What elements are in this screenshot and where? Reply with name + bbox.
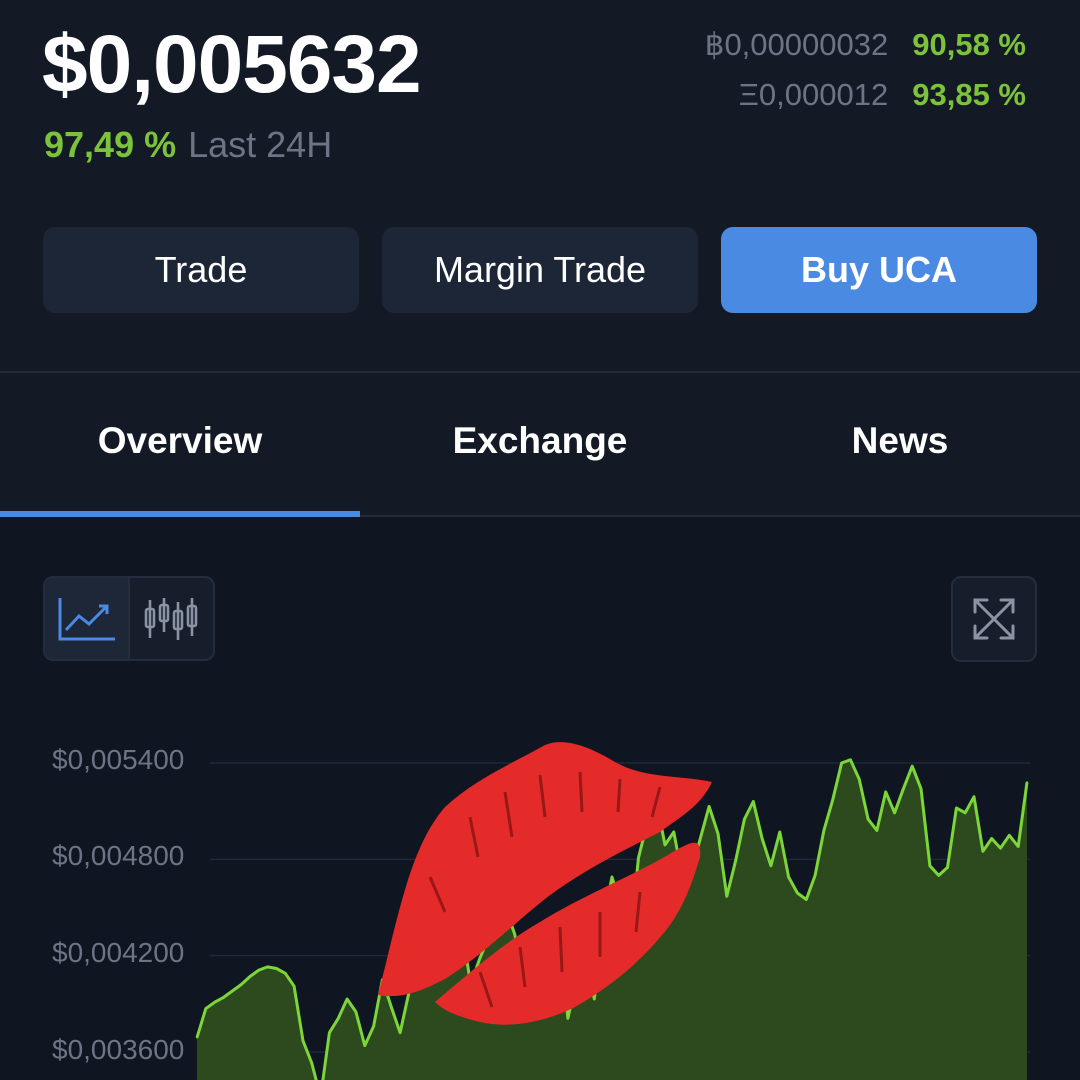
price-point [761, 837, 764, 840]
price-point [249, 975, 251, 978]
price-point [284, 972, 287, 975]
price-point [928, 864, 931, 867]
price-point [664, 843, 666, 846]
price-point [717, 832, 719, 835]
price-point [213, 1001, 216, 1004]
price-point [893, 811, 896, 814]
price-point [875, 829, 878, 832]
price-point [884, 790, 887, 793]
price-point [734, 859, 737, 862]
price-change: 97,49 % Last 24H [44, 124, 332, 166]
price-point [513, 933, 516, 936]
price-point [566, 1017, 569, 1020]
price-point [858, 778, 861, 781]
price-point [611, 876, 613, 878]
price-point [293, 985, 296, 988]
price-point [814, 874, 817, 877]
price-point [990, 837, 993, 840]
price-point [372, 1025, 375, 1028]
price-point [787, 876, 790, 878]
price-point [902, 787, 905, 790]
price-point [672, 831, 675, 833]
price-point [778, 831, 781, 833]
change-period-label: Last 24H [188, 124, 333, 165]
eth-price-row: Ξ0,000012 93,85 % [739, 77, 1026, 113]
price-point [911, 765, 914, 768]
price-point [240, 983, 243, 986]
price-point [822, 829, 825, 832]
price-point [699, 837, 702, 840]
price-point [478, 957, 481, 960]
price-point [840, 762, 843, 764]
price-point [743, 818, 746, 821]
btc-change: 90,58 % [912, 27, 1026, 62]
price-point [346, 998, 349, 1000]
tab-exchange[interactable]: Exchange [360, 420, 720, 462]
price-point [964, 811, 967, 814]
price-point [593, 998, 596, 1000]
price-point [708, 805, 711, 808]
price-point [363, 1044, 366, 1047]
price-point [752, 800, 755, 803]
price-point [354, 1010, 357, 1013]
price-point [973, 795, 975, 798]
price-point [805, 898, 808, 901]
btc-price-row: ฿0,00000032 90,58 % [705, 27, 1026, 63]
price-point [725, 895, 728, 898]
change-percent: 97,49 % [44, 124, 177, 165]
price-point [955, 807, 958, 809]
price-point [328, 1031, 331, 1034]
y-tick-label: $0,004800 [52, 840, 185, 871]
price-point [266, 965, 269, 968]
section-divider [0, 371, 1080, 373]
y-tick-label: $0,004200 [52, 937, 185, 968]
price-point [1026, 781, 1028, 784]
price-point [1017, 845, 1020, 848]
trade-button[interactable]: Trade [43, 227, 359, 313]
price-point [275, 967, 278, 970]
price-point [849, 758, 852, 761]
tab-overview[interactable]: Overview [0, 420, 360, 462]
price-point [981, 850, 984, 853]
y-tick-label: $0,005400 [52, 744, 185, 775]
price-point [946, 866, 949, 869]
eth-change: 93,85 % [912, 77, 1026, 112]
buy-button[interactable]: Buy UCA [721, 227, 1037, 313]
price-point [637, 856, 640, 859]
price-point [257, 969, 260, 972]
price-point [222, 996, 225, 999]
price-point [999, 847, 1002, 850]
tab-news[interactable]: News [720, 420, 1080, 462]
margin-trade-button[interactable]: Margin Trade [382, 227, 698, 313]
eth-price: Ξ0,000012 [738, 77, 889, 112]
price-point [796, 892, 799, 894]
coin-detail-screen: $0,005632 97,49 % Last 24H ฿0,00000032 90… [0, 0, 1080, 1080]
price-point [831, 798, 834, 801]
btc-price: ฿0,00000032 [704, 27, 889, 62]
price-point [204, 1007, 207, 1010]
price-point [231, 990, 234, 992]
price-point [390, 1006, 393, 1008]
price-point [337, 1017, 340, 1020]
price-point [867, 818, 870, 821]
current-price: $0,005632 [42, 19, 422, 110]
price-point [937, 874, 940, 877]
price-point [196, 1036, 198, 1039]
price-point [769, 864, 772, 867]
y-tick-label: $0,003600 [52, 1034, 185, 1065]
price-point [302, 1039, 304, 1042]
price-point [1008, 834, 1011, 837]
price-point [399, 1031, 402, 1034]
price-chart [195, 742, 1030, 1080]
price-point [920, 787, 922, 790]
price-point [310, 1062, 313, 1065]
